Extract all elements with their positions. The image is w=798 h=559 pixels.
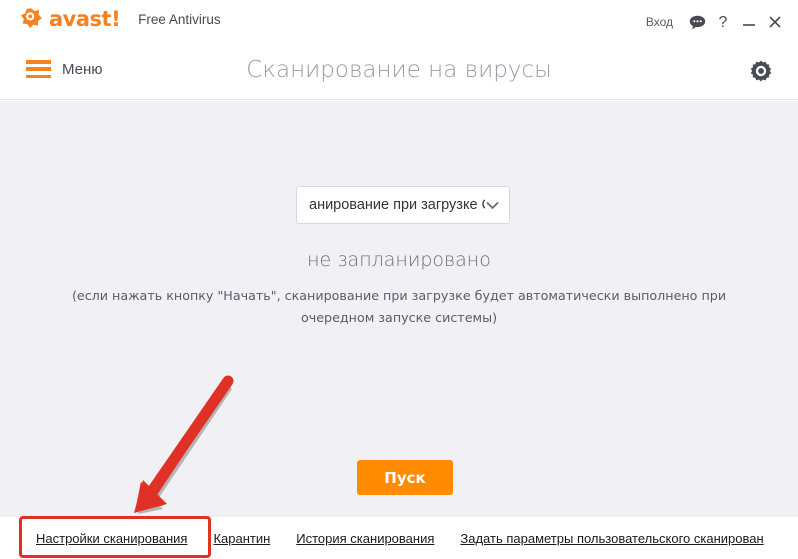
- avast-ball-icon: [18, 6, 44, 32]
- footer-link-scan-history[interactable]: История сканирования: [296, 531, 434, 546]
- avast-window: avast! Free Antivirus Вход ? Меню Сканир…: [0, 0, 798, 559]
- avast-wordmark: avast!: [49, 6, 121, 31]
- footer-link-scan-settings[interactable]: Настройки сканирования: [36, 531, 187, 546]
- main-content: анирование при загрузке С не запланирова…: [0, 101, 798, 517]
- title-bar: avast! Free Antivirus Вход ?: [0, 0, 798, 44]
- question-mark-icon[interactable]: ?: [710, 9, 736, 35]
- scan-type-value: анирование при загрузке С: [309, 197, 485, 213]
- scan-type-dropdown[interactable]: анирование при загрузке С: [296, 186, 510, 224]
- product-name: Free Antivirus: [138, 11, 221, 27]
- page-title: Сканирование на вирусы: [246, 57, 552, 83]
- footer-link-quarantine[interactable]: Карантин: [213, 531, 270, 546]
- footer-link-custom-scan-params[interactable]: Задать параметры пользовательского скани…: [460, 531, 763, 546]
- chevron-down-icon: [485, 198, 499, 212]
- window-controls: Вход ?: [646, 9, 788, 35]
- gear-icon[interactable]: [747, 58, 775, 86]
- speech-bubble-icon[interactable]: [684, 9, 710, 35]
- svg-text:?: ?: [719, 14, 728, 31]
- minimize-icon[interactable]: [736, 9, 762, 35]
- brand: avast! Free Antivirus: [18, 6, 221, 32]
- close-icon[interactable]: [762, 9, 788, 35]
- footer-links: Настройки сканирования Карантин История …: [0, 517, 798, 559]
- page-header: Меню Сканирование на вирусы: [0, 44, 798, 100]
- schedule-hint: (если нажать кнопку "Начать", сканирован…: [71, 288, 727, 325]
- schedule-status: не запланировано: [307, 249, 491, 271]
- avast-logo: avast!: [18, 6, 121, 32]
- start-scan-button[interactable]: Пуск: [357, 460, 453, 495]
- login-link[interactable]: Вход: [646, 15, 673, 29]
